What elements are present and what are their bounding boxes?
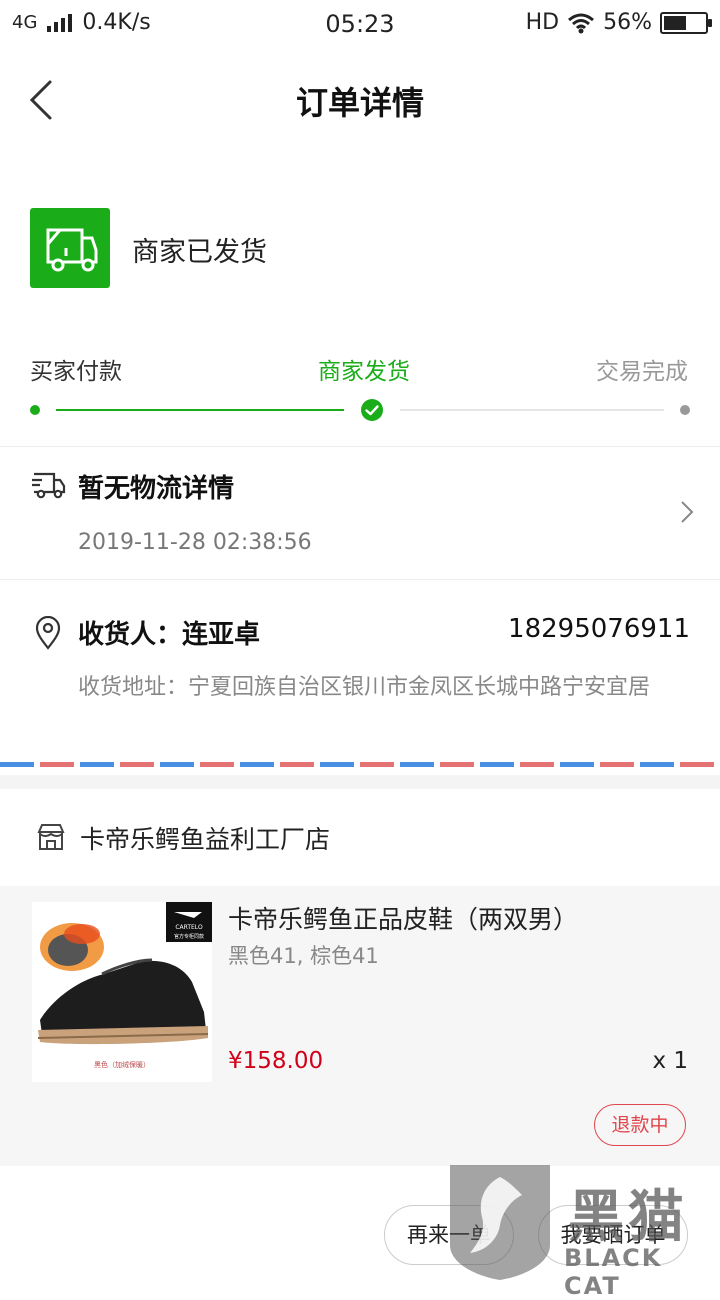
shoe-image: CARTELO 官方专柜同款 黑色（加绒保暖） — [32, 902, 212, 1082]
logistics-title: 暂无物流详情 — [78, 474, 235, 504]
divider — [0, 579, 720, 580]
product-quantity: x 1 — [652, 1048, 688, 1074]
step-shipped: 商家发货 — [318, 359, 410, 385]
refund-status-badge[interactable]: 退款中 — [594, 1104, 686, 1146]
brand-tag: 官方专柜同款 — [174, 933, 204, 940]
step-buyer-paid: 买家付款 — [30, 359, 122, 385]
shipping-address: 收货地址：宁夏回族自治区银川市金凤区长城中路宁安宜居 — [78, 675, 651, 700]
image-caption: 黑色（加绒保暖） — [94, 1060, 150, 1069]
delivery-truck-icon — [30, 208, 110, 288]
logistics-time: 2019-11-28 02:38:56 — [78, 530, 312, 555]
product-price: ¥158.00 — [228, 1048, 324, 1074]
receiver-name: 收货人：连亚卓 — [78, 620, 261, 650]
progress-line-pending — [400, 409, 664, 411]
battery-percent: 56% — [603, 10, 652, 35]
progress-line-done — [56, 409, 344, 411]
step-completed: 交易完成 — [596, 359, 688, 385]
chevron-right-icon[interactable] — [680, 500, 694, 524]
watermark-subtext: BLACK CAT — [564, 1244, 663, 1300]
product-image[interactable]: CARTELO 官方专柜同款 黑色（加绒保暖） — [32, 902, 212, 1082]
receiver-phone: 18295076911 — [508, 614, 690, 644]
battery-icon — [660, 11, 712, 34]
logistics-row[interactable] — [0, 447, 720, 579]
location-pin-icon — [35, 616, 61, 650]
hd-indicator: HD — [525, 10, 560, 35]
shop-name: 卡帝乐鳄鱼益利工厂店 — [80, 825, 331, 854]
shipping-icon — [32, 472, 66, 499]
section-gap — [0, 775, 720, 789]
store-icon — [37, 824, 65, 850]
page-title: 订单详情 — [295, 84, 424, 122]
step-dot-1 — [30, 405, 40, 415]
order-status-text: 商家已发货 — [132, 237, 267, 268]
brand-label: CARTELO — [175, 924, 203, 931]
check-circle-icon — [361, 399, 383, 421]
step-dot-3 — [680, 405, 690, 415]
status-bar: 4G 0.4K/s 05:23 HD 56% — [0, 0, 720, 50]
address-border-stripe — [0, 762, 720, 767]
wifi-icon — [568, 13, 595, 33]
watermark-text: 黑猫 — [568, 1185, 688, 1250]
product-sku: 黑色41, 棕色41 — [228, 944, 379, 968]
product-title: 卡帝乐鳄鱼正品皮鞋（两双男） — [228, 905, 579, 934]
